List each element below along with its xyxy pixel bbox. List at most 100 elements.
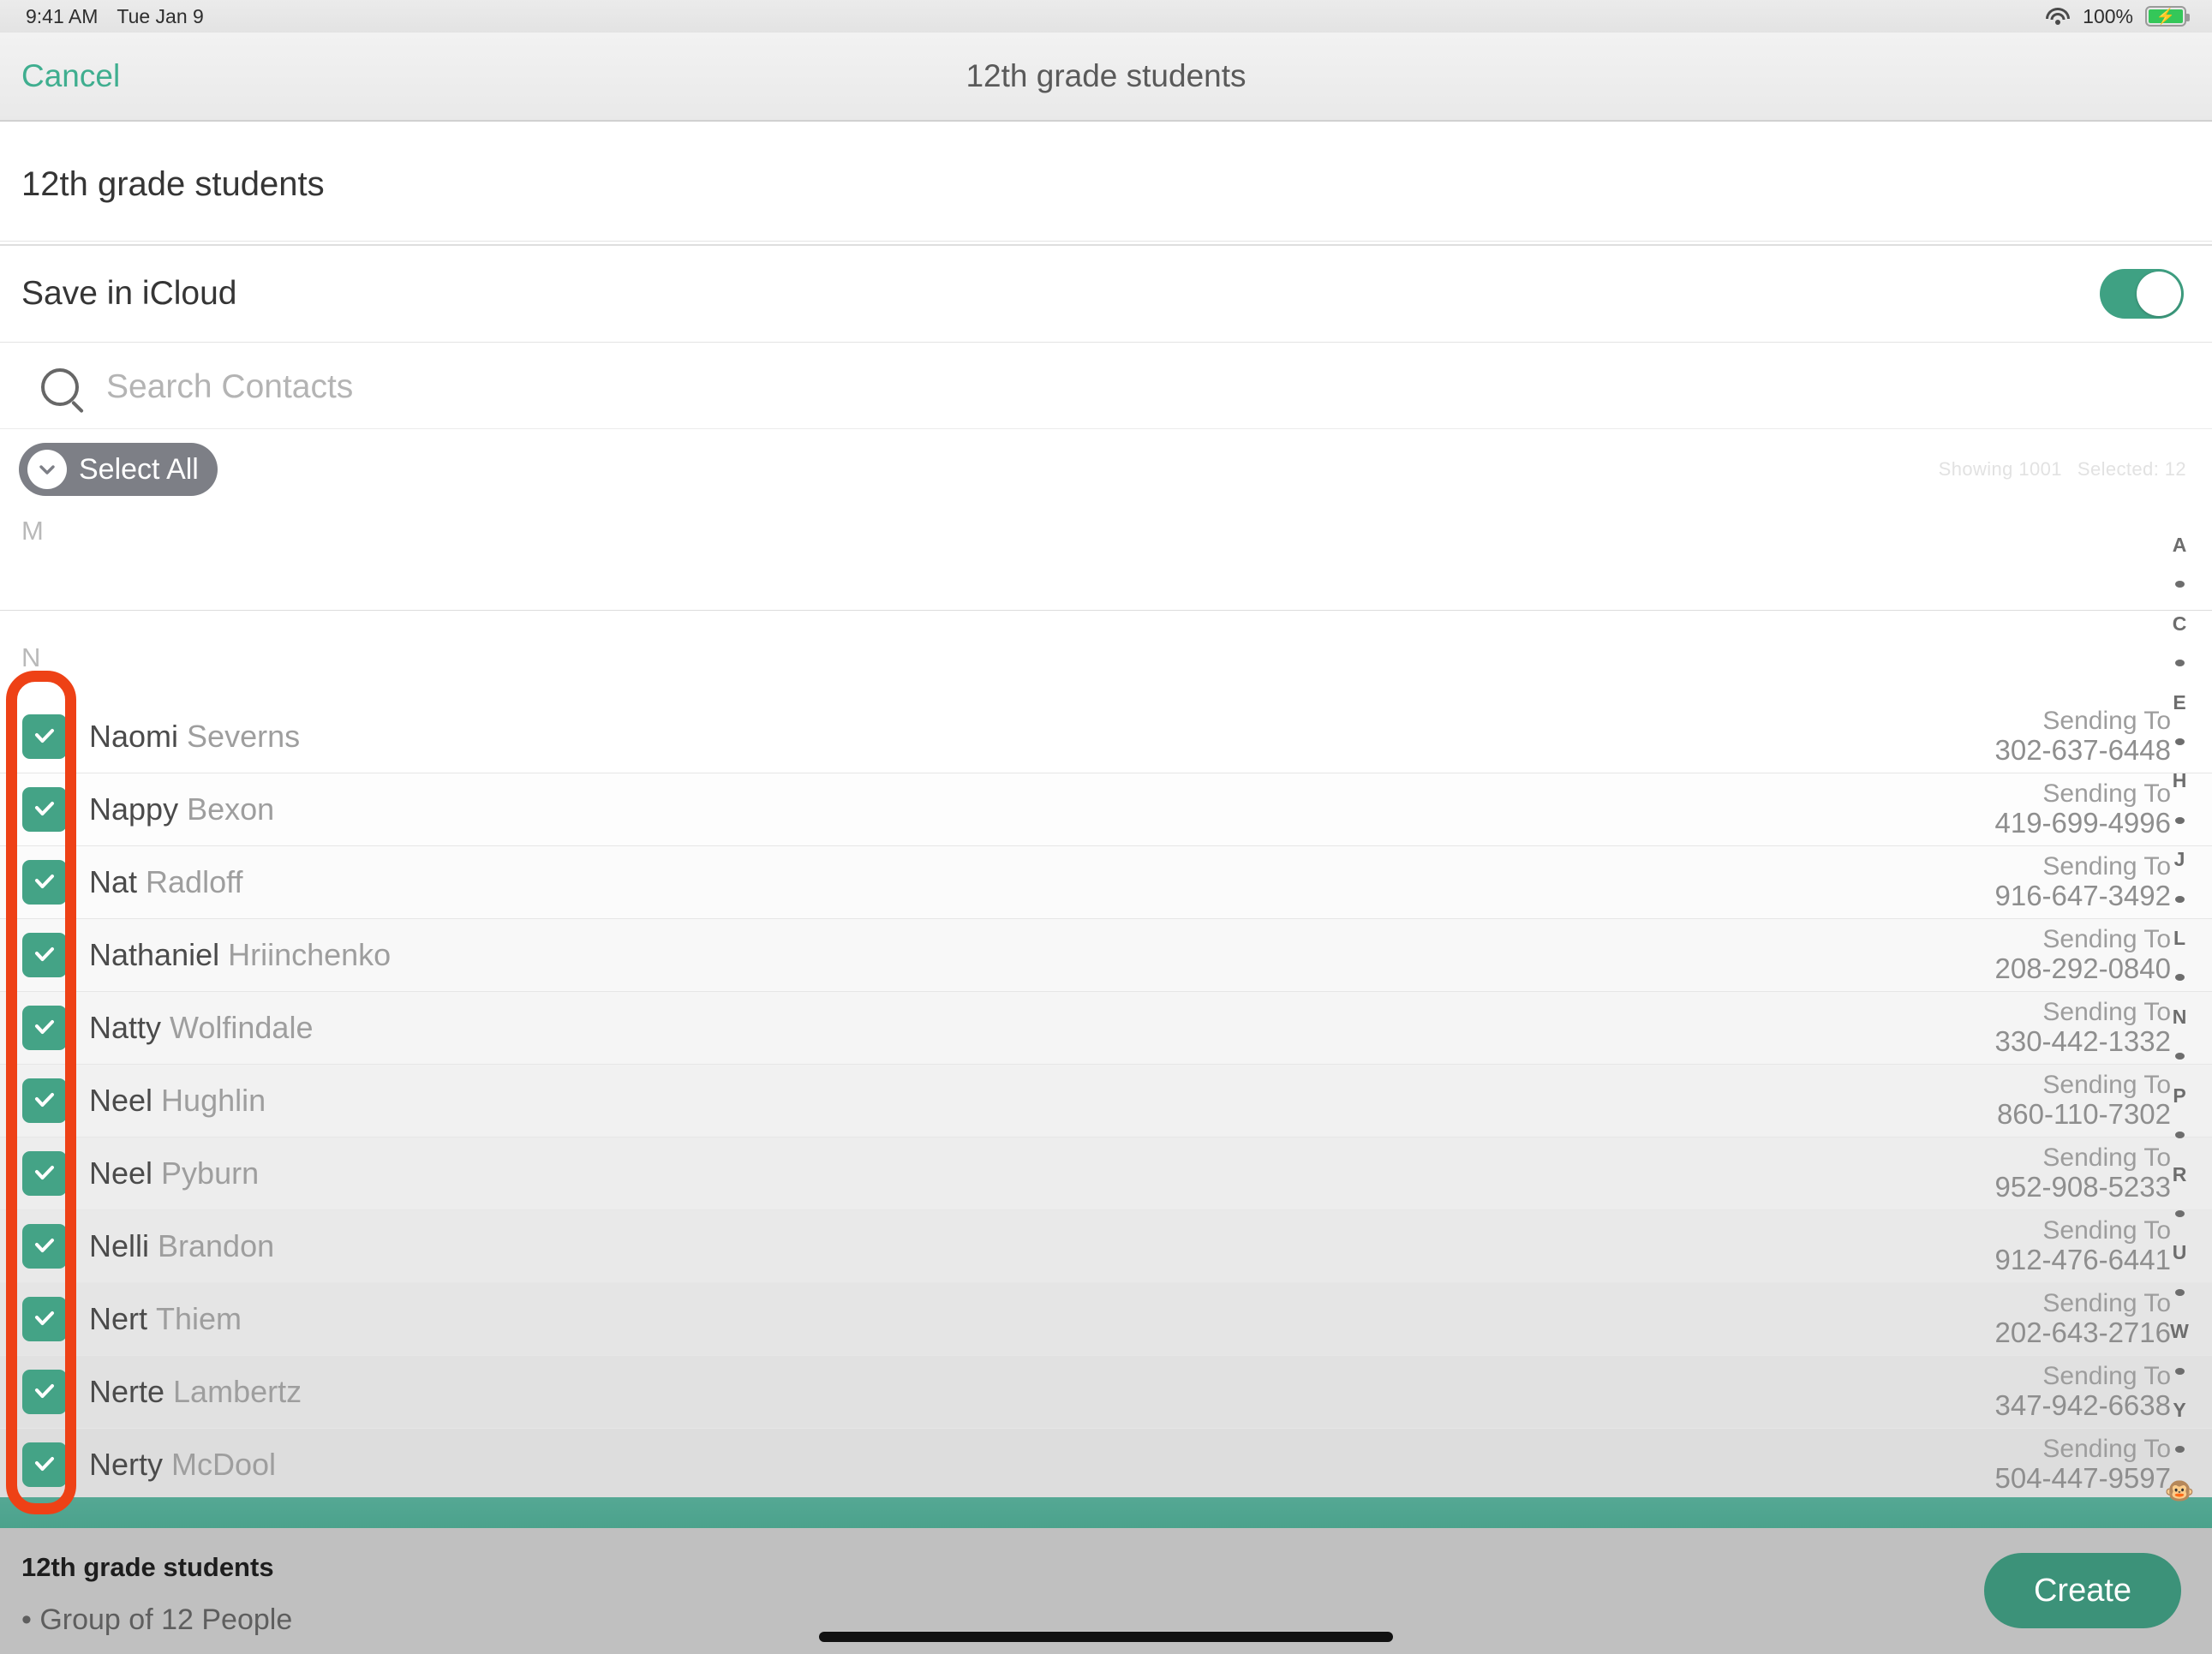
contact-name: Nappy Bexon [89, 791, 274, 827]
index-dot[interactable] [2174, 1132, 2185, 1139]
index-letter[interactable]: J [2174, 850, 2185, 869]
save-in-icloud-row[interactable]: Save in iCloud [0, 244, 2212, 343]
table-row[interactable]: Nat Radloff Sending To 916-647-3492 [0, 846, 2212, 919]
index-letter[interactable]: C [2173, 613, 2187, 634]
home-indicator[interactable] [819, 1632, 1393, 1642]
index-letter[interactable]: H [2173, 771, 2187, 791]
search-icon [41, 367, 79, 406]
table-row[interactable]: Natty Wolfindale Sending To 330-442-1332 [0, 992, 2212, 1065]
index-dot[interactable] [2174, 974, 2185, 982]
table-row[interactable]: Naomi Severns Sending To 302-637-6448 [0, 701, 2212, 773]
index-dot[interactable] [2174, 738, 2185, 746]
contact-checkbox[interactable] [22, 1224, 67, 1269]
cancel-button[interactable]: Cancel [21, 58, 120, 94]
battery-charging-icon: ⚡ [2145, 6, 2190, 27]
select-all-button[interactable]: Select All [19, 443, 218, 496]
group-name-field[interactable]: 12th grade students [0, 128, 2212, 242]
sending-to-label: Sending To [2042, 1215, 2171, 1245]
index-dot[interactable] [2174, 1446, 2185, 1454]
table-row[interactable]: Nathaniel Hriinchenko Sending To 208-292-… [0, 919, 2212, 992]
status-bar-left: 9:41 AM Tue Jan 9 [26, 5, 204, 28]
contact-phone: 952-908-5233 [1994, 1171, 2171, 1203]
contact-checkbox[interactable] [22, 714, 67, 759]
index-letter[interactable]: N [2173, 1006, 2187, 1027]
index-dot[interactable] [2174, 1209, 2185, 1217]
index-emoji-icon[interactable]: 🐵 [2165, 1478, 2195, 1503]
index-letter[interactable]: A [2173, 535, 2187, 555]
showing-count: Showing 1001 [1938, 458, 2062, 480]
selection-counts: Showing 1001 Selected: 12 [1939, 458, 2186, 481]
contact-phone: 208-292-0840 [1994, 952, 2171, 985]
contact-checkbox[interactable] [22, 1370, 67, 1414]
selected-count: Selected: 12 [2077, 458, 2186, 480]
index-dot[interactable] [2174, 1053, 2185, 1060]
contact-first-name: Nappy [89, 791, 179, 827]
search-bar[interactable] [0, 345, 2212, 429]
index-dot[interactable] [2174, 581, 2185, 588]
page-title: 12th grade students [966, 58, 1246, 93]
contact-list: Naomi Severns Sending To 302-637-6448 Nap… [0, 701, 2212, 1502]
index-letter[interactable]: Y [2173, 1400, 2185, 1420]
contact-first-name: Nat [89, 864, 138, 899]
contact-name: Nelli Brandon [89, 1228, 274, 1264]
contact-last-name: Radloff [146, 864, 243, 899]
index-letter[interactable]: R [2173, 1164, 2187, 1185]
index-dot[interactable] [2174, 816, 2185, 824]
contact-first-name: Nert [89, 1301, 148, 1336]
contact-checkbox[interactable] [22, 1078, 67, 1123]
contact-checkbox[interactable] [22, 860, 67, 905]
contact-checkbox[interactable] [22, 1151, 67, 1196]
search-input[interactable] [106, 367, 877, 406]
sending-to-column: Sending To 916-647-3492 [1994, 852, 2171, 911]
sending-to-label: Sending To [2042, 1070, 2171, 1099]
contact-last-name: Hughlin [161, 1083, 266, 1118]
contact-last-name: Wolfindale [170, 1010, 314, 1045]
table-row[interactable]: Neel Hughlin Sending To 860-110-7302 [0, 1065, 2212, 1137]
contact-phone: 419-699-4996 [1994, 807, 2171, 839]
contact-last-name: Lambertz [173, 1374, 302, 1409]
section-header-n: N [0, 636, 2212, 680]
sending-to-column: Sending To 912-476-6441 [1994, 1215, 2171, 1276]
contact-phone: 912-476-6441 [1994, 1244, 2171, 1276]
index-dot[interactable] [2174, 1367, 2185, 1375]
index-dot[interactable] [2174, 660, 2185, 667]
index-letter[interactable]: L [2173, 929, 2185, 948]
wifi-icon [2045, 7, 2071, 26]
index-letter[interactable]: U [2173, 1243, 2187, 1263]
contact-name: Naomi Severns [89, 719, 300, 755]
table-row[interactable]: Nerty McDool Sending To 504-447-9597 [0, 1429, 2212, 1502]
index-letter[interactable]: P [2173, 1085, 2185, 1106]
battery-percent-label: 100% [2083, 4, 2133, 27]
table-row[interactable]: Nert Thiem Sending To 202-643-2716 [0, 1283, 2212, 1356]
contact-checkbox[interactable] [22, 933, 67, 977]
contact-first-name: Neel [89, 1155, 153, 1191]
index-dot[interactable] [2174, 1288, 2185, 1296]
index-dot[interactable] [2174, 895, 2185, 903]
save-in-icloud-toggle[interactable] [2100, 269, 2184, 319]
sending-to-label: Sending To [2042, 1143, 2171, 1172]
table-row[interactable]: Nerte Lambertz Sending To 347-942-6638 [0, 1356, 2212, 1429]
contact-last-name: Severns [187, 719, 301, 754]
contact-checkbox[interactable] [22, 1006, 67, 1050]
index-letter[interactable]: E [2173, 692, 2185, 713]
alphabet-index-scrubber[interactable]: A C E H J L N P R U W Y 🐵 [2161, 535, 2198, 1503]
index-letter[interactable]: W [2170, 1322, 2189, 1341]
contact-checkbox[interactable] [22, 787, 67, 832]
sending-to-column: Sending To 208-292-0840 [1994, 925, 2171, 985]
section-header-m: M [0, 509, 2212, 553]
contact-name: Nat Radloff [89, 864, 242, 900]
contact-checkbox[interactable] [22, 1297, 67, 1341]
section-letter: N [21, 642, 41, 672]
contact-last-name: Hriinchenko [228, 937, 392, 972]
sending-to-label: Sending To [2042, 997, 2171, 1026]
contact-first-name: Nelli [89, 1228, 150, 1263]
summary-group-title: 12th grade students [21, 1552, 274, 1582]
table-row[interactable]: Nelli Brandon Sending To 912-476-6441 [0, 1210, 2212, 1283]
bottom-accent-bar [0, 1497, 2212, 1528]
table-row[interactable]: Nappy Bexon Sending To 419-699-4996 [0, 773, 2212, 846]
navigation-bar: Cancel 12th grade students [0, 33, 2212, 122]
table-row[interactable]: Neel Pyburn Sending To 952-908-5233 [0, 1137, 2212, 1210]
sending-to-label: Sending To [2042, 1434, 2171, 1463]
create-button[interactable]: Create [1984, 1553, 2181, 1628]
contact-checkbox[interactable] [22, 1442, 67, 1487]
